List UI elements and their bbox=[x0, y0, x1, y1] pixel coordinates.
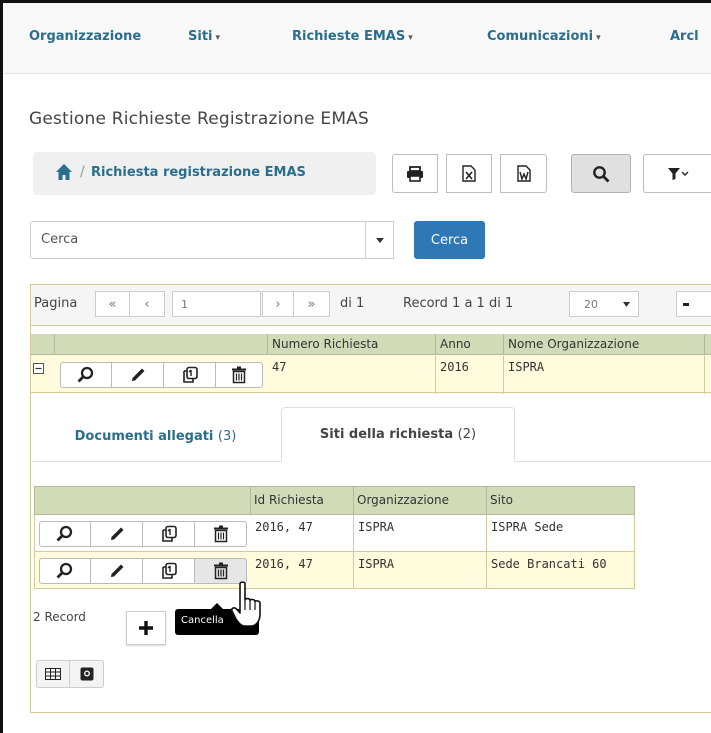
grid-header-actions bbox=[55, 334, 268, 355]
search-icon bbox=[56, 525, 73, 542]
edit-site-button[interactable] bbox=[91, 558, 143, 584]
chevron-right-icon: › bbox=[275, 296, 281, 312]
cell-organizzazione: ISPRA bbox=[354, 552, 487, 589]
view-row-button[interactable] bbox=[60, 362, 112, 388]
pencil-icon bbox=[110, 564, 123, 577]
nav-organizzazione[interactable]: Organizzazione bbox=[29, 29, 141, 44]
cell-sito: ISPRA Sede bbox=[487, 515, 635, 552]
view-site-button[interactable] bbox=[39, 521, 91, 547]
next-page-button[interactable]: › bbox=[262, 291, 294, 317]
caret-down-icon bbox=[623, 301, 630, 307]
cell-anno: 2016 bbox=[436, 356, 504, 394]
cell-organizzazione: ISPRA bbox=[354, 515, 487, 552]
delete-site-button[interactable] bbox=[195, 521, 247, 547]
pager-of-label: di 1 bbox=[340, 296, 365, 311]
home-icon[interactable] bbox=[55, 163, 73, 185]
trash-icon bbox=[213, 525, 228, 543]
breadcrumb-current[interactable]: Richiesta registrazione EMAS bbox=[91, 165, 306, 180]
search-button[interactable]: Cerca bbox=[414, 221, 485, 259]
print-button[interactable] bbox=[392, 154, 438, 193]
excel-file-icon bbox=[462, 165, 476, 182]
export-word-button[interactable] bbox=[500, 154, 547, 193]
pager-page-label: Pagina bbox=[34, 296, 78, 311]
trash-icon bbox=[213, 562, 228, 580]
tab-siti-richiesta[interactable]: Siti della richiesta (2) bbox=[281, 407, 515, 462]
cell-more bbox=[705, 356, 711, 394]
nav-richieste-emas[interactable]: Richieste EMAS ▾ bbox=[292, 29, 413, 44]
edit-row-button[interactable] bbox=[112, 362, 164, 388]
chevron-left-icon: ‹ bbox=[144, 296, 150, 312]
col-numero-richiesta[interactable]: Numero Richiesta bbox=[268, 334, 436, 355]
col-organizzazione[interactable]: Organizzazione bbox=[354, 486, 487, 515]
minus-icon bbox=[682, 302, 689, 306]
pager-records-label: Record 1 a 1 di 1 bbox=[403, 296, 514, 311]
copy-row-button[interactable] bbox=[164, 362, 216, 388]
col-more bbox=[705, 334, 711, 355]
export-excel-button[interactable] bbox=[446, 154, 492, 193]
double-chevron-right-icon: » bbox=[307, 296, 316, 312]
copy-icon bbox=[161, 525, 177, 542]
breadcrumb: / Richiesta registrazione EMAS bbox=[33, 152, 376, 195]
search-box-icon bbox=[80, 667, 93, 681]
edit-site-button[interactable] bbox=[91, 521, 143, 547]
nav-archivio[interactable]: Arcl bbox=[670, 29, 699, 44]
copy-icon bbox=[182, 366, 198, 383]
cell-id-richiesta: 2016, 47 bbox=[251, 552, 354, 589]
cell-numero-richiesta: 47 bbox=[268, 356, 436, 394]
search-icon bbox=[593, 165, 610, 182]
cell-nome-organizzazione: ISPRA bbox=[504, 356, 705, 394]
caret-down-icon: ▾ bbox=[596, 33, 601, 43]
caret-down-icon: ▾ bbox=[408, 33, 413, 43]
record-count: 2 Record bbox=[33, 610, 86, 624]
hand-pointer-cursor bbox=[230, 580, 264, 632]
copy-icon bbox=[161, 562, 177, 579]
grid-pager: Pagina « ‹ 1 › » di 1 Record 1 a 1 di 1 … bbox=[31, 285, 711, 326]
double-chevron-left-icon: « bbox=[108, 296, 117, 312]
word-file-icon bbox=[516, 165, 531, 182]
grid-header-expand bbox=[31, 334, 55, 355]
search-toggle-button[interactable] bbox=[571, 154, 631, 193]
subgrid-header-actions bbox=[34, 486, 251, 515]
pager-extra-button[interactable] bbox=[676, 291, 711, 317]
previous-page-button[interactable]: ‹ bbox=[130, 291, 165, 317]
first-page-button[interactable]: « bbox=[95, 291, 130, 317]
pencil-icon bbox=[131, 368, 144, 381]
search-input[interactable]: Cerca bbox=[30, 221, 394, 259]
search-dropdown-toggle[interactable] bbox=[365, 221, 394, 259]
view-site-button[interactable] bbox=[39, 558, 91, 584]
page-size-select[interactable]: 20 bbox=[569, 291, 639, 317]
copy-site-button[interactable] bbox=[143, 558, 195, 584]
col-nome-organizzazione[interactable]: Nome Organizzazione bbox=[504, 334, 705, 355]
filter-icon bbox=[667, 167, 688, 180]
columns-grid-button[interactable] bbox=[36, 660, 70, 688]
copy-site-button[interactable] bbox=[143, 521, 195, 547]
cell-id-richiesta: 2016, 47 bbox=[251, 515, 354, 552]
pencil-icon bbox=[110, 527, 123, 540]
table-icon bbox=[45, 668, 61, 680]
print-icon bbox=[407, 165, 423, 182]
nav-comunicazioni[interactable]: Comunicazioni ▾ bbox=[487, 29, 601, 44]
page-number-input[interactable]: 1 bbox=[172, 291, 261, 317]
expand-toggle-icon[interactable] bbox=[33, 359, 44, 378]
nav-siti[interactable]: Siti ▾ bbox=[188, 29, 220, 44]
grid-search-button[interactable] bbox=[70, 660, 104, 688]
last-page-button[interactable]: » bbox=[294, 291, 330, 317]
breadcrumb-separator: / bbox=[80, 164, 85, 180]
tab-documenti-allegati[interactable]: Documenti allegati (3) bbox=[33, 411, 278, 461]
col-sito[interactable]: Sito bbox=[487, 486, 635, 515]
cell-sito: Sede Brancati 60 bbox=[487, 552, 635, 589]
filter-button[interactable] bbox=[643, 154, 711, 193]
add-site-button[interactable] bbox=[126, 611, 166, 645]
search-icon bbox=[56, 562, 73, 579]
caret-down-icon bbox=[376, 237, 384, 243]
col-id-richiesta[interactable]: Id Richiesta bbox=[251, 486, 354, 515]
top-navbar: Organizzazione Siti ▾ Richieste EMAS ▾ Com… bbox=[3, 3, 711, 74]
col-anno[interactable]: Anno bbox=[436, 334, 504, 355]
delete-row-button[interactable] bbox=[216, 362, 263, 388]
trash-icon bbox=[232, 366, 246, 384]
caret-down-icon: ▾ bbox=[215, 33, 221, 43]
page-title: Gestione Richieste Registrazione EMAS bbox=[29, 109, 370, 129]
plus-icon bbox=[139, 621, 153, 635]
search-icon bbox=[77, 366, 94, 383]
